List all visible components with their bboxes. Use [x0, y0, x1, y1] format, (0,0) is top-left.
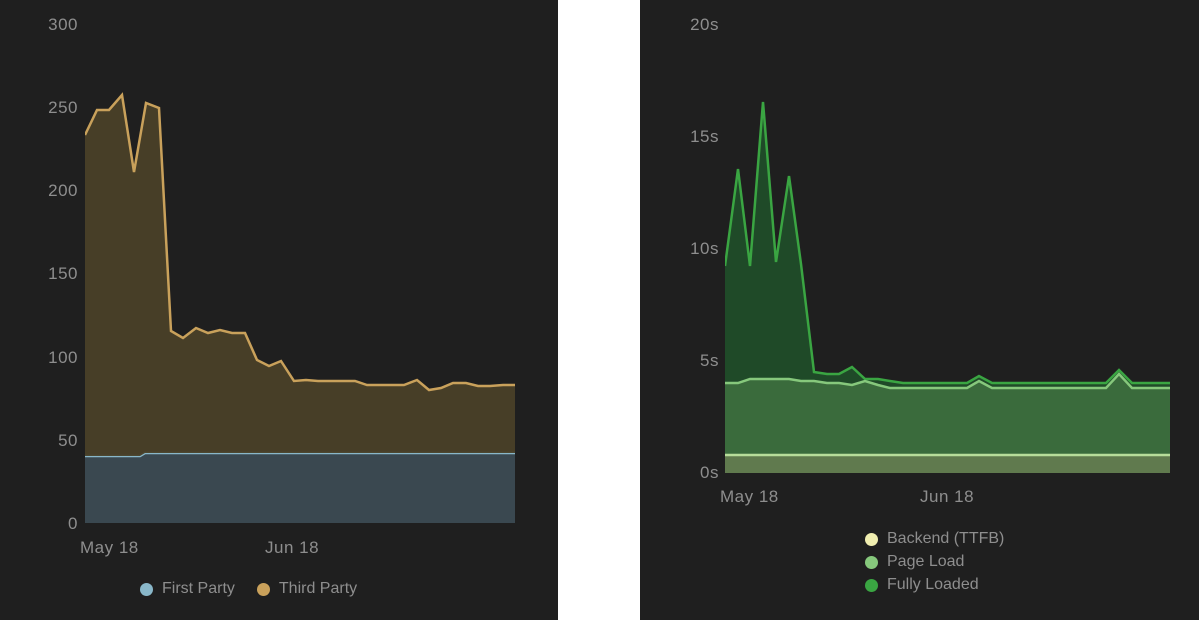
- legend-label: First Party: [162, 580, 235, 598]
- chart-panel-right: 0s 5s 10s 15s 20s May 18 Jun 18 Backend …: [640, 0, 1199, 620]
- legend-left: First Party Third Party: [140, 580, 357, 598]
- y-tick-label: 100: [48, 348, 78, 368]
- y-tick-label: 0: [68, 514, 78, 534]
- legend-item: Page Load: [865, 553, 1004, 571]
- chart-area-right: [725, 23, 1170, 473]
- y-tick-label: 15s: [690, 127, 719, 147]
- legend-label: Page Load: [887, 553, 964, 571]
- legend-item: Third Party: [257, 580, 357, 598]
- panel-gap: [558, 0, 640, 620]
- y-tick-label: 20s: [690, 15, 719, 35]
- x-tick-label: Jun 18: [920, 487, 974, 507]
- legend-right: Backend (TTFB) Page Load Fully Loaded: [865, 530, 1004, 594]
- legend-swatch: [865, 579, 878, 592]
- ttfb-fill: [725, 455, 1170, 473]
- y-tick-label: 150: [48, 264, 78, 284]
- y-tick-label: 50: [58, 431, 78, 451]
- legend-swatch: [865, 556, 878, 569]
- legend-label: Backend (TTFB): [887, 530, 1004, 548]
- third-party-fill: [85, 95, 515, 456]
- chart-panel-left: 0 50 100 150 200 250 300 May 18 Jun 18 F…: [0, 0, 558, 620]
- x-tick-label: Jun 18: [265, 538, 319, 558]
- legend-label: Fully Loaded: [887, 576, 979, 594]
- chart-area-left: [85, 23, 515, 523]
- y-tick-label: 5s: [700, 351, 719, 371]
- y-tick-label: 200: [48, 181, 78, 201]
- legend-item: Fully Loaded: [865, 576, 1004, 594]
- legend-swatch: [140, 583, 153, 596]
- legend-swatch: [257, 583, 270, 596]
- legend-label: Third Party: [279, 580, 357, 598]
- y-tick-label: 250: [48, 98, 78, 118]
- y-tick-label: 10s: [690, 239, 719, 259]
- first-party-fill: [85, 453, 515, 523]
- legend-item: Backend (TTFB): [865, 530, 1004, 548]
- legend-item: First Party: [140, 580, 235, 598]
- y-tick-label: 0s: [700, 463, 719, 483]
- x-tick-label: May 18: [80, 538, 139, 558]
- y-tick-label: 300: [48, 15, 78, 35]
- legend-swatch: [865, 533, 878, 546]
- x-tick-label: May 18: [720, 487, 779, 507]
